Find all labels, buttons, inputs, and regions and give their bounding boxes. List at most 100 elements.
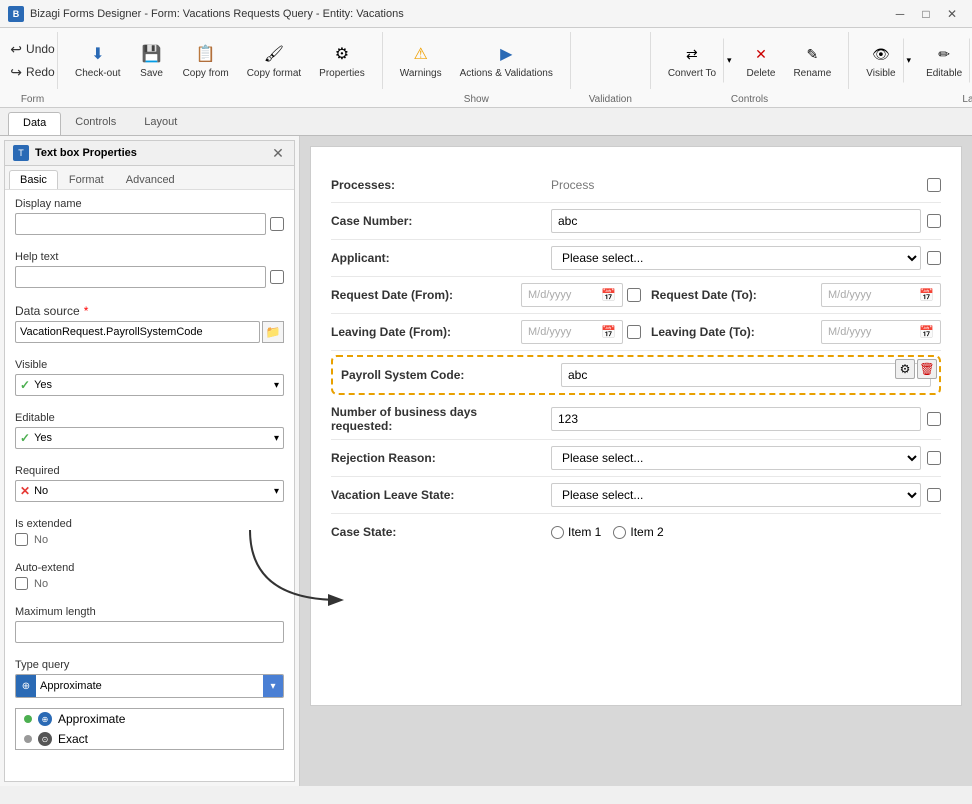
required-dropdown-btn[interactable]: ▾ bbox=[274, 486, 279, 497]
processes-checkbox[interactable] bbox=[927, 178, 941, 192]
type-query-arrow[interactable]: ▾ bbox=[263, 675, 283, 697]
redo-button[interactable]: Redo bbox=[6, 63, 58, 82]
rename-label: Rename bbox=[793, 68, 831, 79]
visible-split[interactable]: Visible ▾ bbox=[859, 38, 915, 83]
checkout-icon bbox=[86, 42, 110, 66]
redo-label: Redo bbox=[26, 65, 55, 79]
rename-button[interactable]: Rename bbox=[786, 38, 838, 83]
leaving-date-from-input[interactable]: M/d/yyyy 📅 bbox=[521, 320, 623, 344]
form-row-dates: Request Date (From): M/d/yyyy 📅 Request … bbox=[331, 277, 941, 314]
max-length-input[interactable] bbox=[15, 621, 284, 643]
payroll-delete-button[interactable]: 🗑 bbox=[917, 359, 937, 379]
display-name-input[interactable] bbox=[15, 213, 266, 235]
copyformat-icon bbox=[262, 42, 286, 66]
help-text-input[interactable] bbox=[15, 266, 266, 288]
is-extended-checkbox[interactable] bbox=[15, 533, 28, 546]
convert-to-button[interactable]: Convert To bbox=[661, 38, 723, 83]
payroll-input[interactable] bbox=[561, 363, 931, 387]
copy-format-button[interactable]: Copy format bbox=[240, 38, 308, 83]
form-row-vacation-leave: Vacation Leave State: Please select... bbox=[331, 477, 941, 514]
tab-data[interactable]: Data bbox=[8, 112, 61, 135]
visible-dropdown-btn[interactable]: ▾ bbox=[274, 380, 279, 391]
row-action-icons: ⚙ 🗑 bbox=[895, 359, 937, 379]
leaving-date-to-input[interactable]: M/d/yyyy 📅 bbox=[821, 320, 941, 344]
case-number-checkbox[interactable] bbox=[927, 214, 941, 228]
request-date-to-input[interactable]: M/d/yyyy 📅 bbox=[821, 283, 941, 307]
languages-group-label: Languages bbox=[962, 94, 972, 105]
copy-format-label: Copy format bbox=[247, 68, 301, 79]
rejection-label: Rejection Reason: bbox=[331, 451, 551, 465]
toolbar-group-main: Check-out Save Copy from Copy format Pro… bbox=[58, 32, 383, 89]
redo-icon bbox=[10, 64, 22, 81]
help-text-group: Help text bbox=[5, 243, 294, 296]
save-button[interactable]: Save bbox=[132, 38, 172, 83]
maximize-button[interactable]: □ bbox=[914, 4, 938, 24]
help-text-checkbox[interactable] bbox=[270, 270, 284, 284]
leaving-date-from-placeholder: M/d/yyyy bbox=[528, 326, 571, 338]
business-days-checkbox[interactable] bbox=[927, 412, 941, 426]
dropdown-item-approximate[interactable]: ⊕ Approximate bbox=[16, 709, 283, 729]
payroll-settings-button[interactable]: ⚙ bbox=[895, 359, 915, 379]
business-days-input[interactable] bbox=[551, 407, 921, 431]
editable-button[interactable]: Editable bbox=[919, 38, 969, 83]
form-group-label: Form bbox=[21, 94, 44, 105]
auto-extend-checkbox[interactable] bbox=[15, 577, 28, 590]
minimize-button[interactable]: ─ bbox=[888, 4, 912, 24]
request-date-from-input[interactable]: M/d/yyyy 📅 bbox=[521, 283, 623, 307]
applicant-select[interactable]: Please select... bbox=[551, 246, 921, 270]
tab-controls[interactable]: Controls bbox=[61, 112, 130, 135]
rejection-select[interactable]: Please select... bbox=[551, 446, 921, 470]
editable-dropdown-btn[interactable]: ▾ bbox=[274, 433, 279, 444]
close-properties-button[interactable]: ✕ bbox=[270, 145, 286, 161]
undo-button[interactable]: Undo bbox=[6, 40, 58, 59]
display-name-checkbox[interactable] bbox=[270, 217, 284, 231]
sub-tab-format[interactable]: Format bbox=[58, 170, 115, 189]
case-state-radio-1[interactable] bbox=[551, 526, 564, 539]
visible-button[interactable]: Visible bbox=[859, 38, 902, 83]
data-source-picker-button[interactable]: 📁 bbox=[262, 321, 284, 343]
convert-to-split[interactable]: Convert To ▾ bbox=[661, 38, 736, 83]
visible-arrow[interactable]: ▾ bbox=[903, 38, 916, 83]
visible-value: Yes bbox=[34, 379, 270, 391]
request-date-from-checkbox[interactable] bbox=[627, 288, 641, 302]
editable-split[interactable]: Editable ▾ bbox=[919, 38, 972, 83]
case-state-label: Case State: bbox=[331, 525, 551, 539]
delete-icon bbox=[749, 42, 773, 66]
toolbar-group-undoredo: Undo Redo Form bbox=[8, 32, 58, 89]
data-source-input[interactable] bbox=[15, 321, 260, 343]
sub-tab-basic[interactable]: Basic bbox=[9, 170, 58, 189]
vacation-leave-select[interactable]: Please select... bbox=[551, 483, 921, 507]
copy-from-button[interactable]: Copy from bbox=[176, 38, 236, 83]
sub-tab-advanced[interactable]: Advanced bbox=[115, 170, 186, 189]
titlebar-controls[interactable]: ─ □ ✕ bbox=[888, 4, 964, 24]
case-state-radio-2[interactable] bbox=[613, 526, 626, 539]
copy-from-label: Copy from bbox=[183, 68, 229, 79]
warnings-button[interactable]: Warnings bbox=[393, 38, 449, 83]
undo-icon bbox=[10, 41, 22, 58]
is-extended-group: Is extended No bbox=[5, 510, 294, 554]
convert-to-arrow[interactable]: ▾ bbox=[723, 38, 736, 83]
properties-button[interactable]: Properties bbox=[312, 38, 372, 83]
close-button[interactable]: ✕ bbox=[940, 4, 964, 24]
toolbar: Undo Redo Form Check-out Save Copy from … bbox=[0, 28, 972, 108]
processes-label: Processes: bbox=[331, 178, 551, 192]
type-query-select[interactable]: ⊕ Approximate ▾ bbox=[15, 674, 284, 698]
checkout-label: Check-out bbox=[75, 68, 121, 79]
applicant-checkbox[interactable] bbox=[927, 251, 941, 265]
delete-button[interactable]: Delete bbox=[740, 38, 783, 83]
checkout-button[interactable]: Check-out bbox=[68, 38, 128, 83]
radio-item-2: Item 2 bbox=[613, 525, 663, 539]
visible-check-icon: ✓ bbox=[20, 378, 30, 392]
radio-item-1: Item 1 bbox=[551, 525, 601, 539]
delete-label: Delete bbox=[747, 68, 776, 79]
rejection-checkbox[interactable] bbox=[927, 451, 941, 465]
form-row-processes: Processes: Process bbox=[331, 167, 941, 203]
vacation-leave-checkbox[interactable] bbox=[927, 488, 941, 502]
leaving-date-from-checkbox[interactable] bbox=[627, 325, 641, 339]
tab-layout[interactable]: Layout bbox=[130, 112, 191, 135]
titlebar-left: B Bizagi Forms Designer - Form: Vacation… bbox=[8, 6, 404, 22]
request-date-to-label: Request Date (To): bbox=[651, 288, 811, 302]
actions-button[interactable]: Actions & Validations bbox=[453, 38, 560, 83]
dropdown-item-exact[interactable]: ⊙ Exact bbox=[16, 729, 283, 749]
case-number-input[interactable] bbox=[551, 209, 921, 233]
